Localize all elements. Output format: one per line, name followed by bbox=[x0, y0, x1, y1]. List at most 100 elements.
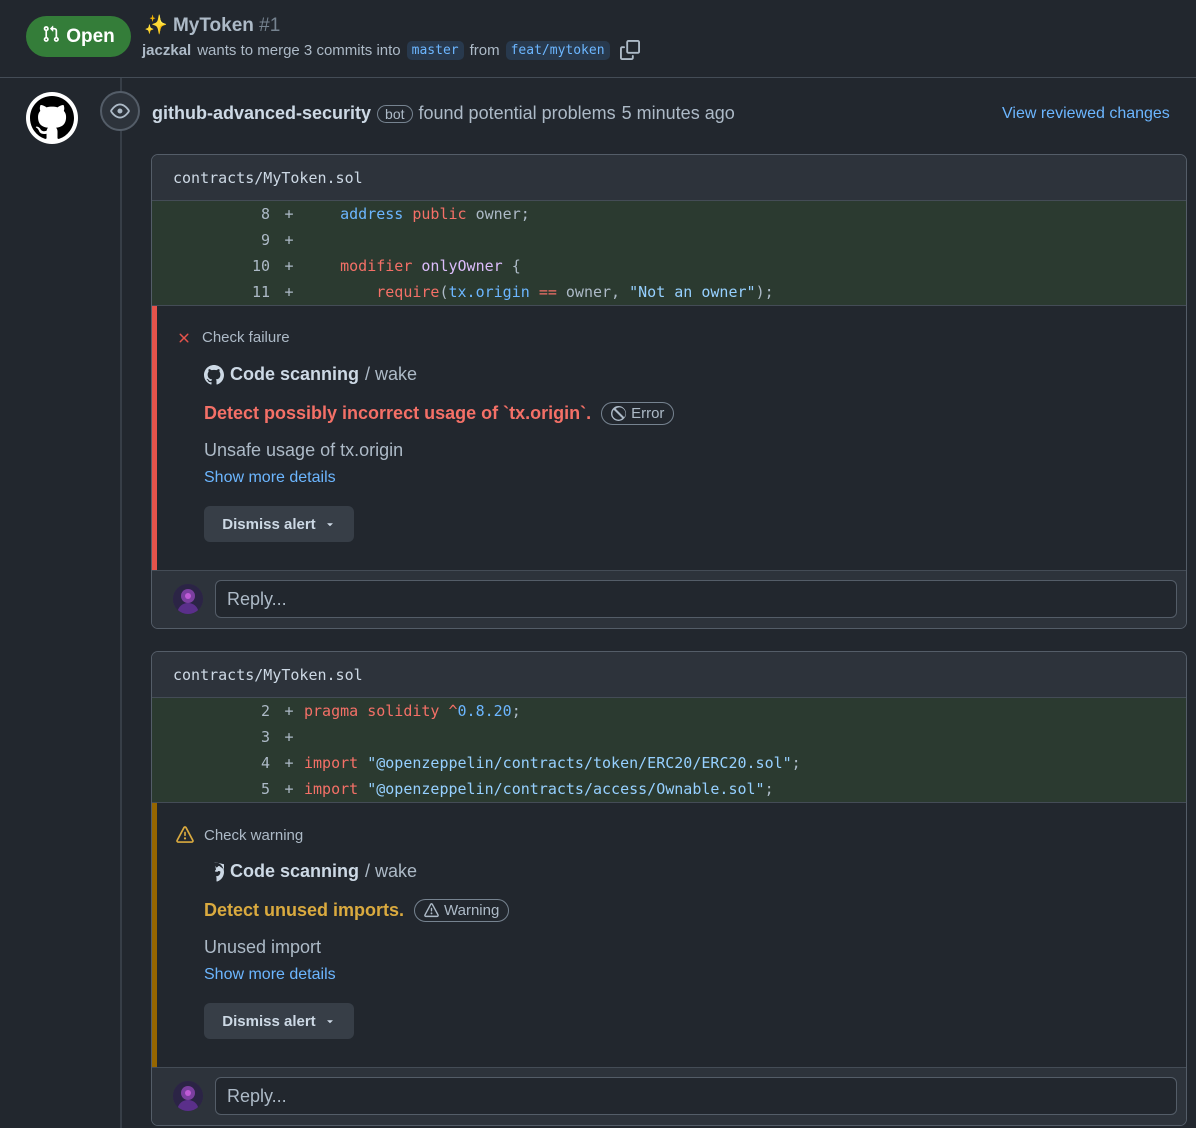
pr-title: ✨ MyToken #1 bbox=[144, 13, 280, 37]
dismiss-alert-label: Dismiss alert bbox=[222, 1012, 316, 1030]
file-path[interactable]: contracts/MyToken.sol bbox=[152, 652, 1186, 698]
pr-status-badge: Open bbox=[26, 16, 131, 57]
alert-title-text[interactable]: Detect possibly incorrect usage of `tx.o… bbox=[204, 403, 591, 424]
diff-sign: + bbox=[284, 231, 294, 249]
diff-line: 9 + bbox=[152, 227, 1186, 253]
pr-subtitle: jaczkal wants to merge 3 commits into ma… bbox=[142, 40, 640, 60]
line-number: 4 bbox=[260, 754, 270, 772]
code-scanning-alert: Check warning Code scanning / wake Detec… bbox=[152, 802, 1186, 1067]
github-mark-icon bbox=[204, 364, 224, 385]
pr-title-text: MyToken bbox=[172, 15, 254, 36]
diff-line: 5 + import "@openzeppelin/contracts/acce… bbox=[152, 776, 1186, 802]
pr-status-label: Open bbox=[66, 25, 115, 47]
review-author[interactable]: github-advanced-security bbox=[152, 103, 371, 124]
diff-sign: + bbox=[284, 702, 294, 720]
x-icon bbox=[176, 330, 192, 346]
diff-line: 10 + modifier onlyOwner { bbox=[152, 253, 1186, 279]
line-number: 5 bbox=[260, 780, 270, 798]
alert-title: Detect possibly incorrect usage of `tx.o… bbox=[204, 402, 675, 425]
reply-row: Reply... bbox=[152, 1067, 1186, 1125]
review-thread-2: contracts/MyToken.sol 2 + pragma solidit… bbox=[151, 651, 1187, 1126]
review-thread-1: contracts/MyToken.sol 8 + address public… bbox=[151, 154, 1187, 629]
alert-tool-suffix: / wake bbox=[365, 861, 418, 881]
alert-tool: Code scanning / wake bbox=[204, 861, 417, 882]
alert-severity-bar bbox=[152, 803, 157, 1067]
review-action: found potential problems bbox=[418, 103, 616, 123]
alert-severity-bar bbox=[152, 306, 157, 570]
reply-placeholder: Reply... bbox=[227, 1085, 287, 1106]
line-number: 2 bbox=[260, 702, 270, 720]
show-more-details-link[interactable]: Show more details bbox=[204, 966, 336, 984]
diff-hunk: 2 + pragma solidity ^0.8.20; 3 + 4 + imp… bbox=[152, 698, 1186, 802]
review-header: github-advanced-security bot found poten… bbox=[152, 103, 735, 124]
code-text: require(tx.origin == owner, "Not an owne… bbox=[376, 283, 774, 301]
diff-sign: + bbox=[284, 257, 294, 275]
code-scanning-alert: Check failure Code scanning / wake Detec… bbox=[152, 305, 1186, 570]
reply-row: Reply... bbox=[152, 570, 1186, 628]
head-branch[interactable]: feat/mytoken bbox=[505, 40, 610, 60]
github-mark-icon bbox=[204, 861, 224, 882]
chevron-down-icon bbox=[324, 518, 336, 530]
show-more-details-link[interactable]: Show more details bbox=[204, 469, 336, 487]
alert-triangle-icon bbox=[424, 903, 439, 918]
alert-description: Unsafe usage of tx.origin bbox=[204, 440, 404, 460]
diff-sign: + bbox=[284, 205, 294, 223]
code-text: import "@openzeppelin/contracts/access/O… bbox=[304, 780, 774, 798]
diff-sign: + bbox=[284, 283, 294, 301]
alert-status-label: Check failure bbox=[202, 329, 290, 346]
file-path[interactable]: contracts/MyToken.sol bbox=[152, 155, 1186, 201]
code-text: address public owner; bbox=[340, 205, 530, 223]
alert-description: Unused import bbox=[204, 937, 322, 957]
alert-title: Detect unused imports. Warning bbox=[204, 899, 510, 922]
sparkle-icon: ✨ bbox=[144, 15, 168, 36]
dismiss-alert-button[interactable]: Dismiss alert bbox=[204, 506, 354, 542]
github-logo-icon[interactable] bbox=[26, 92, 78, 144]
timeline-line bbox=[120, 78, 122, 1128]
diff-line: 8 + address public owner; bbox=[152, 201, 1186, 227]
code-text: pragma solidity ^0.8.20; bbox=[304, 702, 521, 720]
diff-sign: + bbox=[284, 728, 294, 746]
alert-triangle-icon bbox=[176, 826, 194, 844]
diff-line: 4 + import "@openzeppelin/contracts/toke… bbox=[152, 750, 1186, 776]
alert-tool-name: Code scanning bbox=[230, 861, 360, 881]
alert-tool: Code scanning / wake bbox=[204, 364, 417, 385]
header-divider bbox=[0, 77, 1196, 78]
reply-input[interactable]: Reply... bbox=[215, 580, 1177, 618]
avatar[interactable] bbox=[173, 584, 203, 614]
line-number: 11 bbox=[251, 283, 270, 301]
alert-tool-name: Code scanning bbox=[230, 364, 360, 384]
alert-title-text[interactable]: Detect unused imports. bbox=[204, 900, 404, 921]
diff-sign: + bbox=[284, 780, 294, 798]
git-pull-request-icon bbox=[42, 25, 60, 49]
reply-input[interactable]: Reply... bbox=[215, 1077, 1177, 1115]
diff-line: 2 + pragma solidity ^0.8.20; bbox=[152, 698, 1186, 724]
circle-slash-icon bbox=[611, 406, 627, 421]
line-number: 3 bbox=[260, 728, 270, 746]
from-text: from bbox=[469, 41, 500, 59]
severity-badge: Error bbox=[601, 402, 675, 425]
dismiss-alert-button[interactable]: Dismiss alert bbox=[204, 1003, 354, 1039]
severity-label: Warning bbox=[444, 902, 500, 919]
diff-line: 11 + require(tx.origin == owner, "Not an… bbox=[152, 279, 1186, 305]
line-number: 8 bbox=[260, 205, 270, 223]
alert-tool-suffix: / wake bbox=[365, 364, 418, 384]
severity-label: Error bbox=[631, 405, 665, 422]
diff-line: 3 + bbox=[152, 724, 1186, 750]
dismiss-alert-label: Dismiss alert bbox=[222, 515, 316, 533]
merge-text: wants to merge 3 commits into bbox=[197, 41, 401, 59]
line-number: 9 bbox=[260, 231, 270, 249]
pr-author[interactable]: jaczkal bbox=[142, 42, 191, 59]
view-reviewed-changes-link[interactable]: View reviewed changes bbox=[1002, 105, 1170, 123]
copy-icon[interactable] bbox=[619, 40, 640, 60]
avatar[interactable] bbox=[173, 1081, 203, 1111]
eye-icon bbox=[100, 91, 140, 131]
bot-label: bot bbox=[377, 104, 413, 123]
alert-status: Check warning bbox=[176, 826, 303, 844]
alert-status-label: Check warning bbox=[204, 826, 304, 844]
code-text: modifier onlyOwner { bbox=[340, 257, 521, 275]
base-branch[interactable]: master bbox=[406, 40, 464, 60]
review-time[interactable]: 5 minutes ago bbox=[622, 103, 735, 124]
severity-badge: Warning bbox=[414, 899, 510, 922]
alert-status: Check failure bbox=[176, 329, 290, 346]
code-text: import "@openzeppelin/contracts/token/ER… bbox=[304, 754, 801, 772]
